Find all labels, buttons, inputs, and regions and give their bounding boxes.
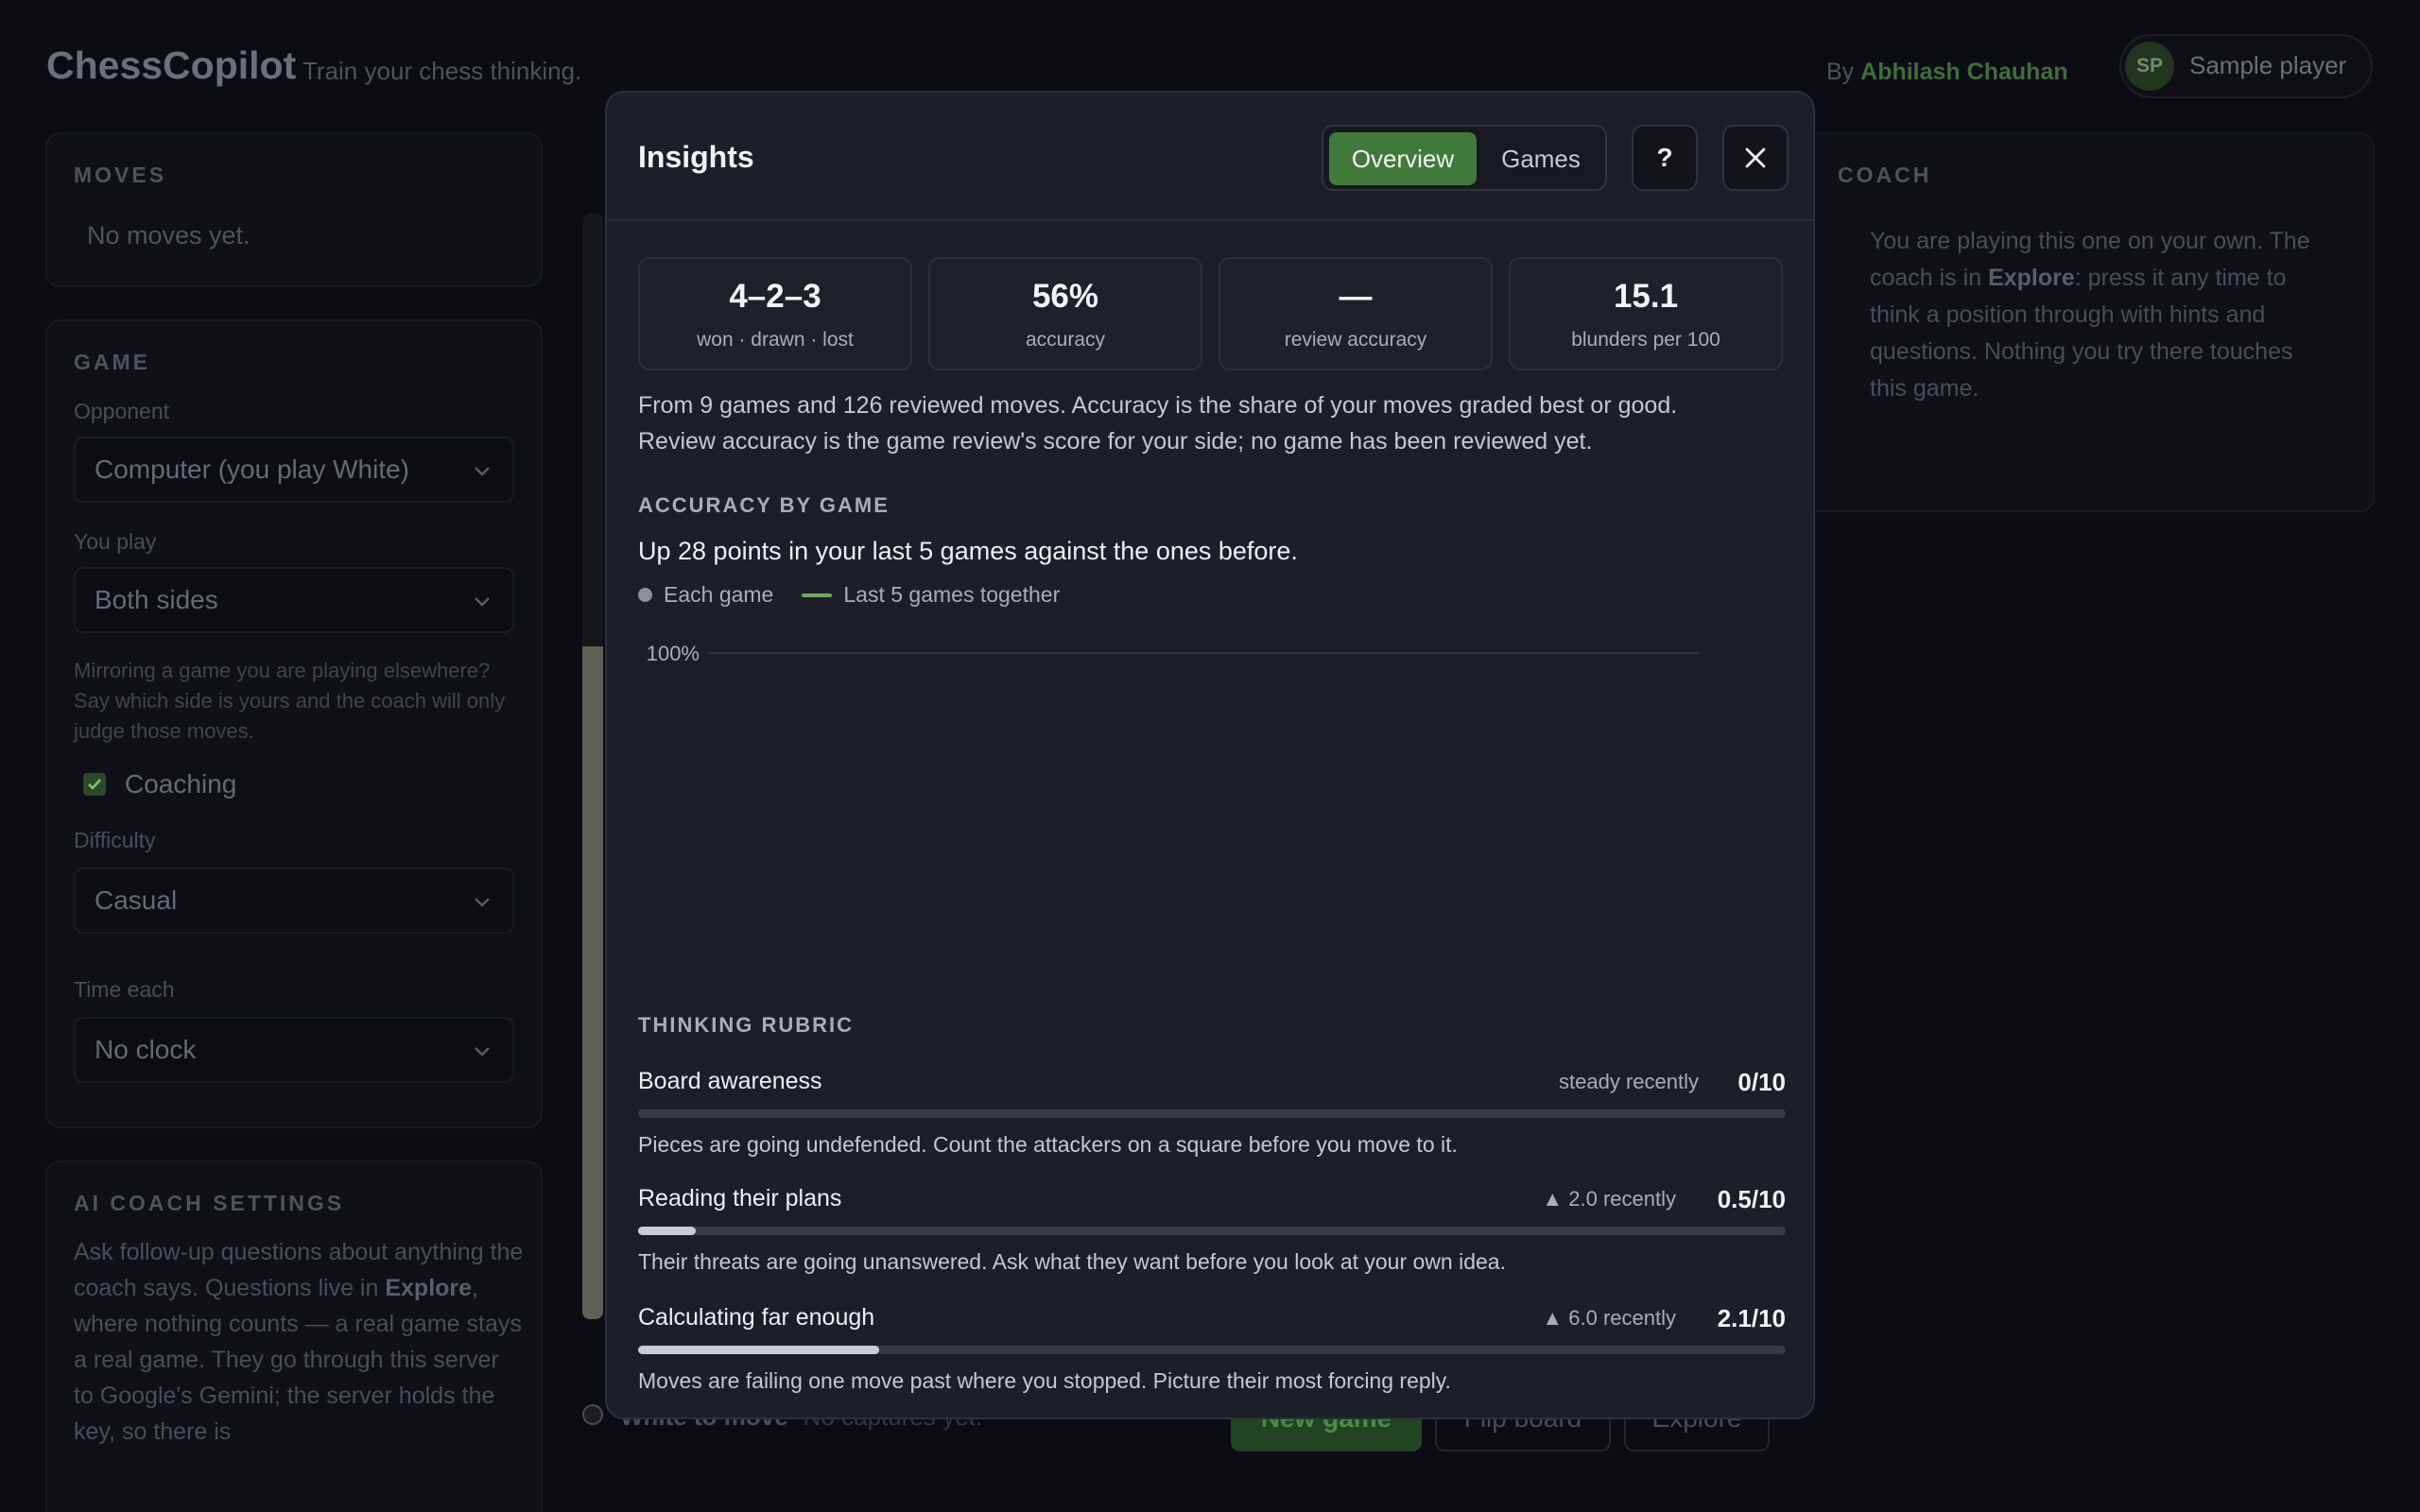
rubric-progress-track [638,1227,1786,1235]
rubric-hint: Moves are failing one move past where yo… [638,1368,1451,1393]
chevron-down-icon [475,1047,490,1057]
turn-indicator-icon [582,1404,603,1425]
game-panel: GAME Opponent Computer (you play White) … [45,319,543,1128]
avatar: SP [2125,42,2174,91]
game-title: GAME [74,350,150,374]
byline-prefix: By [1826,59,1855,85]
opponent-select[interactable]: Computer (you play White) [74,437,514,503]
chevron-down-icon [475,898,490,907]
coaching-checkbox[interactable] [83,773,106,796]
side-label: You play [74,529,157,554]
difficulty-value: Casual [95,885,178,915]
rubric-trend: steady recently [1559,1070,1699,1093]
brand-logo[interactable]: ChessCopilot [46,43,296,88]
side-select[interactable]: Both sides [74,567,514,633]
coach-panel: COACH You are playing this one on your o… [1796,132,2375,512]
rubric-trend: ▲ 2.0 recently [1542,1187,1676,1211]
moves-title: MOVES [74,163,167,187]
chevron-down-icon [475,467,490,476]
mirror-note: Mirroring a game you are playing elsewhe… [74,659,506,743]
time-label: Time each [74,977,175,1002]
author-link[interactable]: Abhilash Chauhan [1860,59,2067,85]
rubric-progress-track [638,1346,1786,1354]
ai-settings-text: Ask follow-up questions about anything t… [74,1234,524,1450]
time-select[interactable]: No clock [74,1017,514,1083]
rubric-score: 0.5/10 [1717,1185,1786,1213]
difficulty-label: Difficulty [74,828,156,852]
rubric-progress-fill [638,1346,879,1354]
rubric-progress-fill [638,1227,696,1235]
rubric-section-title: THINKING RUBRIC [638,1013,854,1037]
user-name: Sample player [2189,51,2347,79]
accuracy-chart: 100%50%0%5 Sept13 Sept67% [647,642,1699,665]
moves-empty-text: No moves yet. [87,221,251,249]
coach-text: You are playing this one on your own. Th… [1870,223,2333,407]
ai-text-bold: Explore [385,1275,473,1301]
difficulty-select[interactable]: Casual [74,868,514,934]
rubric-progress-track [638,1109,1786,1118]
rubric-hint: Their threats are going unanswered. Ask … [638,1249,1506,1274]
side-value: Both sides [95,585,218,614]
time-value: No clock [95,1035,197,1064]
tagline: Train your chess thinking. [302,57,582,85]
rubric-name: Reading their plans [638,1185,842,1211]
ai-coach-settings-panel: AI COACH SETTINGS Ask follow-up question… [45,1160,543,1512]
ai-settings-title: AI COACH SETTINGS [74,1191,345,1215]
moves-panel: MOVES No moves yet. [45,132,543,287]
check-icon [88,779,101,790]
rubric-trend: ▲ 6.0 recently [1542,1306,1676,1330]
rubric-hint: Pieces are going undefended. Count the a… [638,1132,1458,1157]
coach-text-bold: Explore [1988,265,2075,291]
rubric-score: 2.1/10 [1717,1304,1786,1332]
insights-modal: Insights Overview Games ? 4–2–3 won · dr… [605,91,1815,1419]
coach-title: COACH [1838,163,1932,187]
y-tick-label: 100% [647,642,700,665]
eval-bar-fill [582,646,603,1319]
coaching-label[interactable]: Coaching [125,769,236,799]
chevron-down-icon [475,597,490,607]
rubric-name: Calculating far enough [638,1304,875,1331]
opponent-label: Opponent [74,399,170,423]
rubric-score: 0/10 [1737,1068,1786,1096]
opponent-value: Computer (you play White) [95,455,410,484]
rubric-name: Board awareness [638,1068,822,1094]
byline: By Abhilash Chauhan [1826,59,2068,86]
